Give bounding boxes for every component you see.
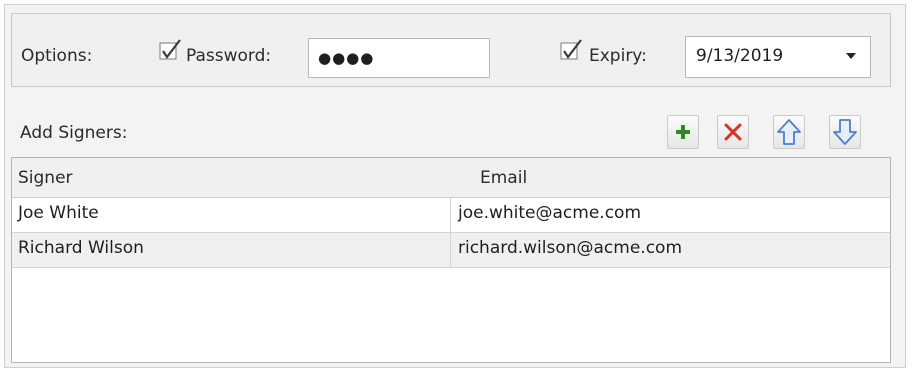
expiry-date-picker[interactable]: 9/13/2019: [685, 36, 871, 78]
expiry-checkbox[interactable]: [560, 38, 582, 60]
column-header-email[interactable]: Email: [480, 158, 527, 196]
signer-name-cell: Joe White: [18, 203, 99, 223]
signer-email-cell: richard.wilson@acme.com: [458, 238, 683, 258]
signer-email-cell: joe.white@acme.com: [458, 203, 642, 223]
options-group: Options: Password: ●●●● Expiry: 9/13/201…: [11, 13, 891, 87]
signer-name-cell: Richard Wilson: [18, 238, 144, 258]
remove-signer-button[interactable]: [717, 115, 749, 149]
expiry-date-value: 9/13/2019: [696, 46, 784, 66]
column-divider: [450, 198, 451, 232]
table-row[interactable]: Richard Wilson richard.wilson@acme.com: [12, 233, 890, 268]
add-signer-button[interactable]: [667, 115, 699, 149]
checkmark-icon: [560, 39, 582, 60]
table-header: Signer Email: [12, 158, 890, 198]
table-row[interactable]: Joe White joe.white@acme.com: [12, 198, 890, 233]
plus-icon: [676, 125, 690, 139]
arrow-up-icon: [777, 119, 801, 145]
signers-panel: Options: Password: ●●●● Expiry: 9/13/201…: [4, 4, 906, 368]
move-up-button[interactable]: [773, 115, 805, 149]
column-header-signer[interactable]: Signer: [18, 158, 73, 196]
add-signers-label: Add Signers:: [20, 123, 128, 143]
checkmark-icon: [159, 39, 181, 60]
password-value: ●●●●: [318, 49, 375, 67]
password-checkbox[interactable]: [159, 38, 181, 60]
options-label: Options:: [21, 46, 93, 66]
password-field[interactable]: ●●●●: [308, 38, 490, 78]
arrow-down-icon: [833, 119, 857, 145]
expiry-label: Expiry:: [589, 46, 647, 66]
signers-table: Signer Email Joe White joe.white@acme.co…: [11, 157, 891, 363]
chevron-down-icon[interactable]: [846, 53, 856, 59]
password-label: Password:: [186, 46, 272, 66]
move-down-button[interactable]: [829, 115, 861, 149]
delete-x-icon: [724, 123, 742, 141]
column-divider: [450, 233, 451, 267]
